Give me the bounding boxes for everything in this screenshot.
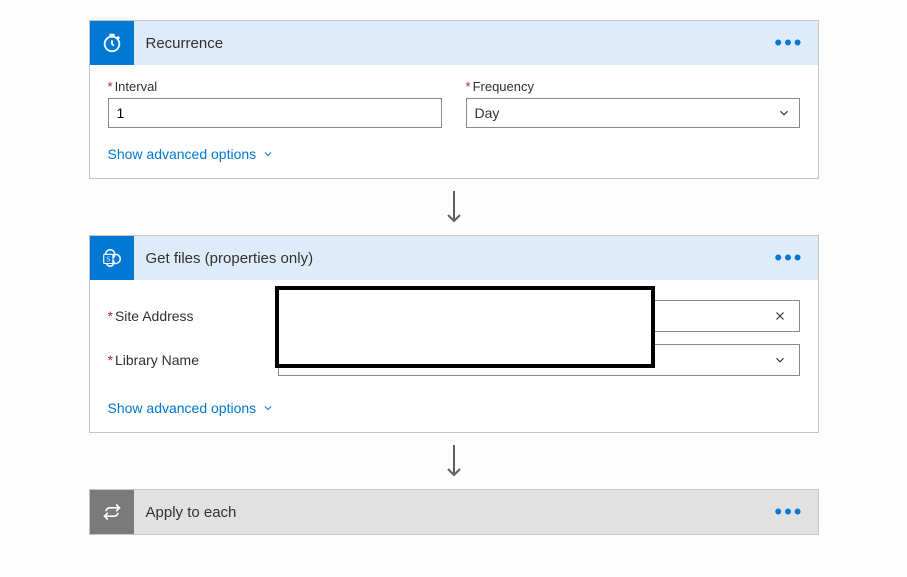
close-icon[interactable] <box>773 309 787 323</box>
interval-input[interactable] <box>108 98 442 128</box>
get-files-card: S Get files (properties only) ••• Site A… <box>89 235 819 433</box>
frequency-value: Day <box>475 105 500 121</box>
apply-to-each-header[interactable]: Apply to each ••• <box>90 490 818 534</box>
flow-arrow <box>0 433 907 489</box>
recurrence-card: Recurrence ••• Interval Frequency Day <box>89 20 819 179</box>
recurrence-title: Recurrence <box>134 35 224 52</box>
chevron-down-icon <box>773 353 787 367</box>
loop-icon <box>90 490 134 534</box>
get-files-menu-button[interactable]: ••• <box>774 236 803 280</box>
site-address-input[interactable] <box>278 300 800 332</box>
svg-text:S: S <box>106 255 110 264</box>
get-files-title: Get files (properties only) <box>134 250 314 267</box>
library-name-label: Library Name <box>108 352 278 368</box>
frequency-select[interactable]: Day <box>466 98 800 128</box>
chevron-down-icon <box>777 106 791 120</box>
interval-label: Interval <box>108 79 442 94</box>
apply-to-each-title: Apply to each <box>134 504 237 521</box>
flow-arrow <box>0 179 907 235</box>
recurrence-header[interactable]: Recurrence ••• <box>90 21 818 65</box>
sharepoint-icon: S <box>90 236 134 280</box>
chevron-down-icon <box>262 148 274 160</box>
site-address-label: Site Address <box>108 308 278 324</box>
apply-to-each-card: Apply to each ••• <box>89 489 819 535</box>
get-files-show-advanced[interactable]: Show advanced options <box>108 400 275 416</box>
chevron-down-icon <box>262 402 274 414</box>
apply-to-each-menu-button[interactable]: ••• <box>774 490 803 534</box>
frequency-label: Frequency <box>466 79 800 94</box>
clock-icon <box>90 21 134 65</box>
library-name-select[interactable] <box>278 344 800 376</box>
get-files-header[interactable]: S Get files (properties only) ••• <box>90 236 818 280</box>
recurrence-menu-button[interactable]: ••• <box>774 21 803 65</box>
recurrence-show-advanced[interactable]: Show advanced options <box>108 146 275 162</box>
